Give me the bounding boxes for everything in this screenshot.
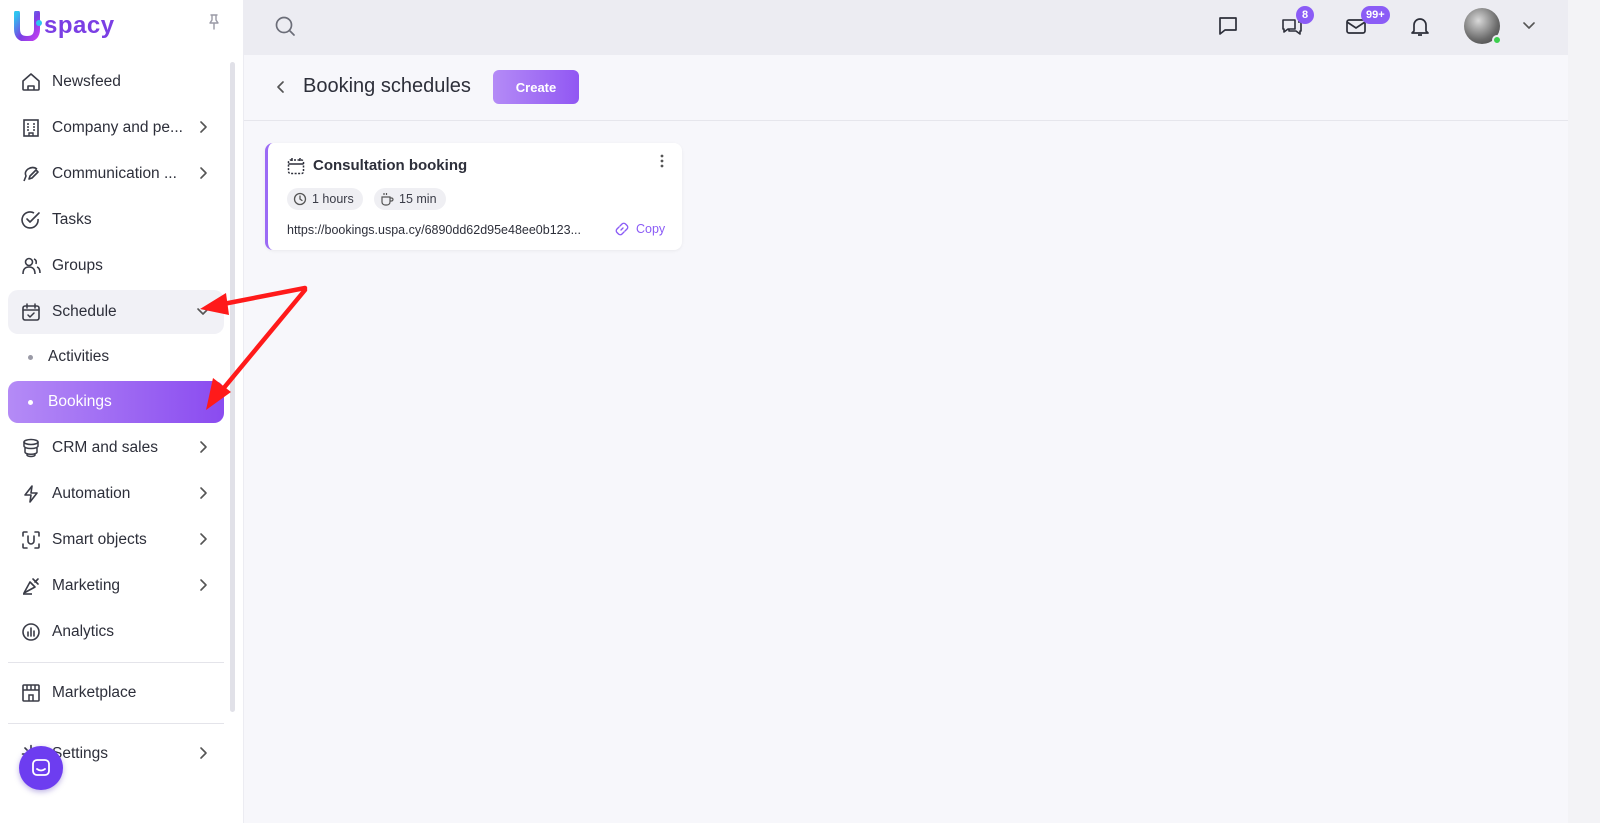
sidebar-item-label: Schedule [52, 303, 117, 320]
sidebar-item-groups[interactable]: Groups [8, 244, 224, 288]
building-icon [20, 117, 42, 139]
chevron-right-icon [200, 747, 207, 759]
clock-icon [293, 192, 307, 206]
copy-link-button[interactable]: Copy [614, 221, 665, 237]
sidebar-item-smart-objects[interactable]: Smart objects [8, 518, 224, 562]
sidebar-item-label: Automation [52, 485, 131, 502]
support-chat-button[interactable] [19, 746, 63, 790]
sidebar-subitem-label: Bookings [48, 393, 112, 410]
sidebar-item-label: Marketing [52, 577, 121, 594]
booking-title[interactable]: Consultation booking [313, 157, 467, 174]
duration-text: 1 hours [312, 192, 354, 206]
calendar-check-icon [20, 301, 42, 323]
sidebar-item-label: Groups [52, 257, 103, 274]
sidebar-item-tasks[interactable]: Tasks [8, 198, 224, 242]
booking-link[interactable]: https://bookings.uspa.cy/6890dd62d95e48e… [287, 223, 607, 237]
chevron-right-icon [200, 533, 207, 545]
megaphone-icon [20, 575, 42, 597]
chats-badge: 8 [1296, 6, 1314, 24]
chevron-down-icon [197, 308, 209, 315]
sidebar-subitem-bookings[interactable]: Bookings [8, 381, 224, 423]
topbar: 8 99+ [244, 0, 1568, 55]
sidebar-item-label: Tasks [52, 211, 92, 228]
logo-text: spacy [44, 12, 115, 39]
back-chevron-icon[interactable] [274, 80, 288, 94]
online-status-dot [1492, 35, 1502, 45]
sidebar-item-crm[interactable]: CRM and sales [8, 426, 224, 470]
coffee-icon [381, 193, 394, 206]
chevron-right-icon [200, 167, 207, 179]
sidebar-item-label: CRM and sales [52, 439, 158, 456]
chat-bubble-icon [32, 759, 50, 776]
sidebar: spacy Newsfeed Company and pe... Communi… [0, 0, 244, 823]
sidebar-divider [8, 723, 224, 724]
page-title: Booking schedules [303, 75, 471, 97]
sidebar-divider [8, 662, 224, 663]
more-vertical-icon[interactable] [655, 153, 669, 169]
create-button[interactable]: Create [493, 70, 579, 104]
sidebar-scrollbar[interactable] [230, 62, 235, 712]
sidebar-item-company[interactable]: Company and pe... [8, 106, 224, 150]
chart-icon [20, 621, 42, 643]
link-icon [615, 222, 629, 236]
sidebar-item-label: Analytics [52, 623, 115, 640]
sidebar-item-schedule[interactable]: Schedule [8, 290, 224, 334]
home-icon [20, 71, 42, 93]
sidebar-item-label: Communication ... [52, 165, 177, 182]
sidebar-item-label: Smart objects [52, 531, 147, 548]
chevron-right-icon [200, 121, 207, 133]
copy-label: Copy [636, 222, 666, 236]
logo[interactable]: spacy [14, 9, 115, 43]
pin-icon[interactable] [206, 14, 222, 30]
sidebar-item-label: Marketplace [52, 684, 137, 701]
check-circle-icon [20, 209, 42, 231]
database-icon [20, 437, 42, 459]
sidebar-item-label: Company and pe... [52, 119, 183, 136]
chevron-right-icon [200, 487, 207, 499]
scan-icon [20, 529, 42, 551]
sidebar-subitem-activities[interactable]: Activities [8, 336, 224, 378]
sidebar-item-communication[interactable]: Communication ... [8, 152, 224, 196]
sidebar-item-analytics[interactable]: Analytics [8, 610, 224, 654]
page-header: Booking schedules Create [244, 55, 1568, 121]
chevron-right-icon [200, 579, 207, 591]
store-icon [20, 682, 42, 704]
chevron-down-icon[interactable] [1522, 18, 1536, 32]
sidebar-subitem-label: Activities [48, 348, 110, 365]
sidebar-item-marketing[interactable]: Marketing [8, 564, 224, 608]
window-edge [1568, 0, 1600, 823]
sidebar-item-automation[interactable]: Automation [8, 472, 224, 516]
chevron-right-icon [200, 441, 207, 453]
sidebar-item-newsfeed[interactable]: Newsfeed [8, 60, 224, 104]
break-text: 15 min [399, 192, 437, 206]
booking-card[interactable]: Consultation booking 1 hours 15 min http… [265, 143, 682, 250]
logo-icon [14, 11, 42, 41]
app-window: spacy Newsfeed Company and pe... Communi… [0, 0, 1568, 823]
bell-icon[interactable] [1408, 14, 1432, 38]
sidebar-nav: Newsfeed Company and pe... Communication… [8, 60, 224, 778]
users-icon [20, 255, 42, 277]
mail-badge: 99+ [1361, 6, 1390, 24]
messages-icon[interactable] [1216, 14, 1240, 38]
calendar-icon [287, 158, 305, 175]
duration-pill: 1 hours [287, 188, 363, 210]
break-pill: 15 min [374, 188, 446, 210]
search-icon[interactable] [274, 15, 296, 37]
communication-icon [20, 163, 42, 185]
lightning-icon [20, 483, 42, 505]
sidebar-item-label: Newsfeed [52, 73, 121, 90]
sidebar-item-marketplace[interactable]: Marketplace [8, 671, 224, 715]
